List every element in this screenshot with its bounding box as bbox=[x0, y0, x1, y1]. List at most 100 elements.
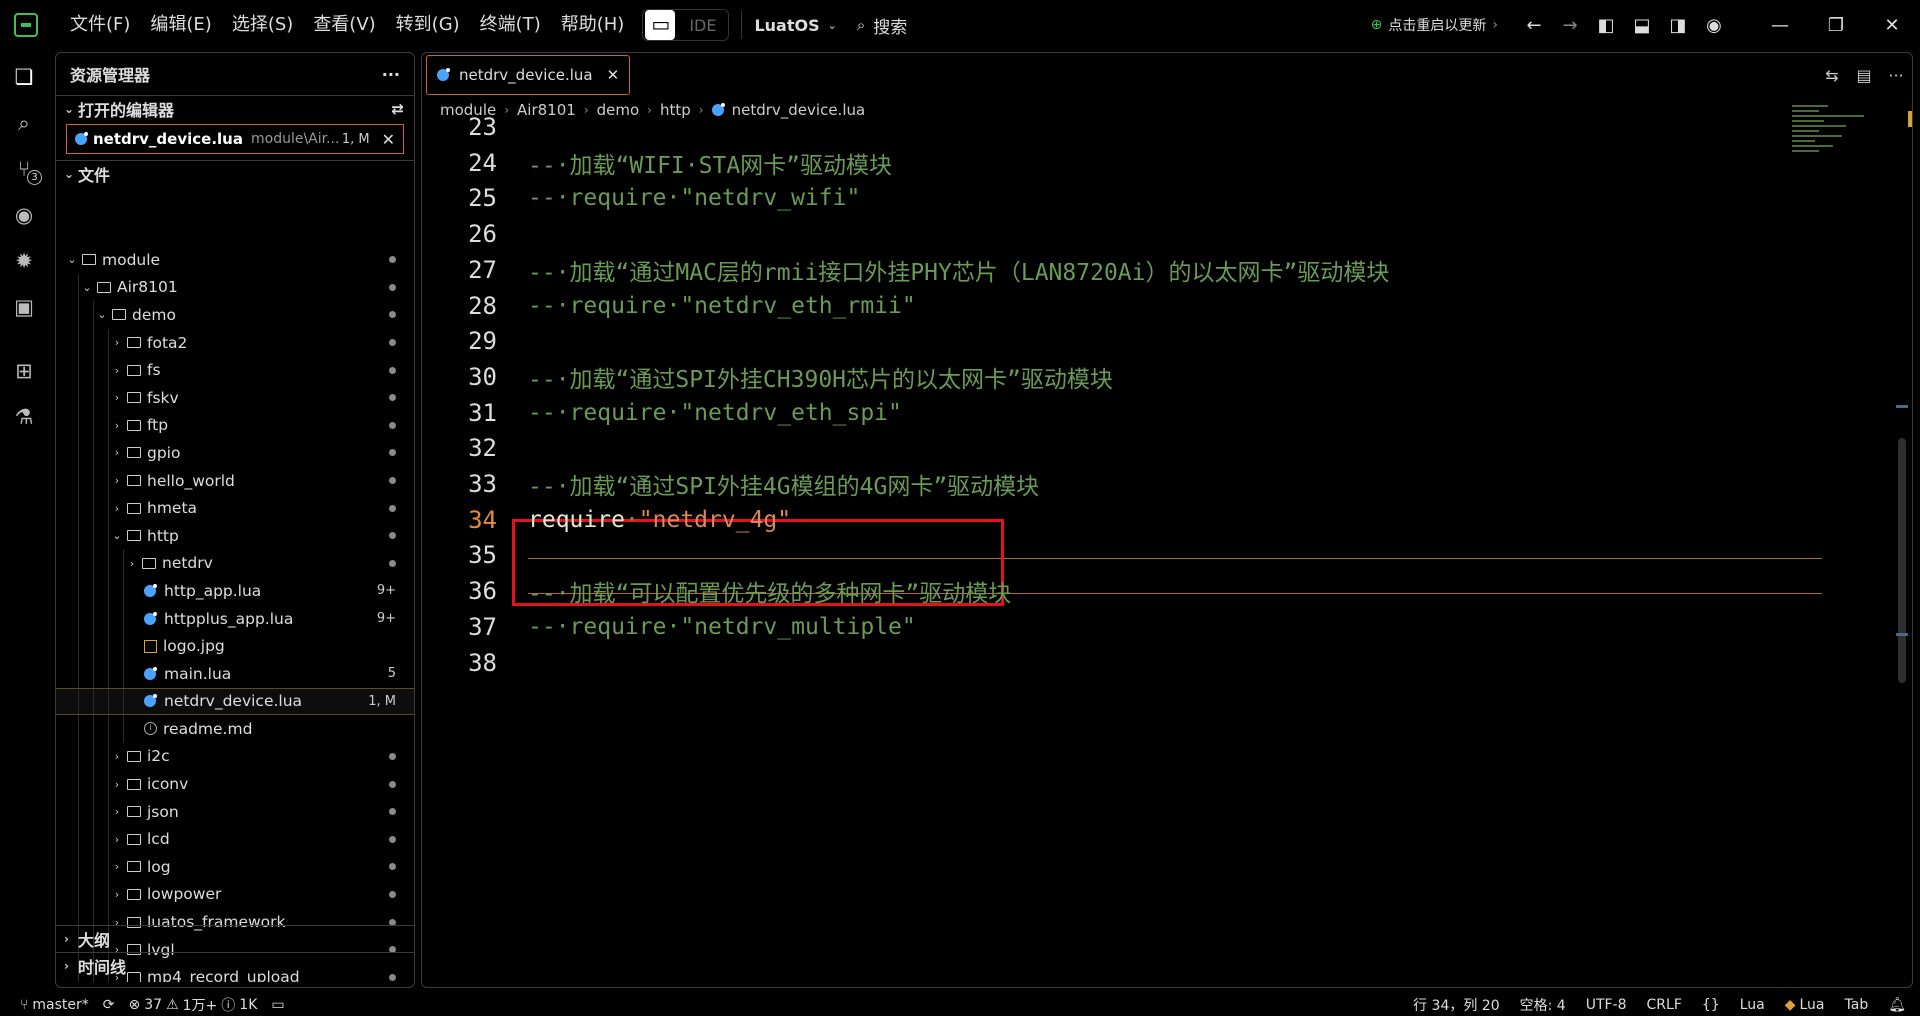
open-editors-section[interactable]: ⌄ 打开的编辑器 ⇄ bbox=[56, 95, 414, 122]
menu-file[interactable]: 文件(F) bbox=[60, 10, 140, 40]
tree-item[interactable]: › hmeta bbox=[56, 494, 414, 522]
open-editor-item[interactable]: netdrv_device.lua module\Air... 1, M ✕ bbox=[66, 124, 404, 154]
outline-section[interactable]: › 大纲 bbox=[56, 925, 414, 952]
tree-item[interactable]: main.lua 5 bbox=[56, 659, 414, 688]
tree-item[interactable]: ⌄ Air8101 bbox=[56, 273, 414, 302]
remote-explorer-icon[interactable]: ▣ bbox=[0, 284, 48, 330]
code-text: --·require·"netdrv_eth_spi" bbox=[528, 399, 902, 426]
toggle-panel-icon[interactable]: ⬓ bbox=[1624, 15, 1660, 36]
tree-item-label: fskv bbox=[147, 388, 179, 407]
tree-item[interactable]: › json bbox=[56, 797, 414, 826]
scrollbar-marker bbox=[1896, 633, 1908, 636]
debug-icon[interactable]: ✹ bbox=[0, 238, 48, 284]
indent-guide bbox=[78, 742, 79, 771]
menu-view[interactable]: 查看(V) bbox=[303, 10, 385, 40]
explorer-icon[interactable]: ❏ bbox=[0, 54, 48, 100]
indent-guide bbox=[78, 577, 79, 605]
encoding[interactable]: UTF-8 bbox=[1586, 997, 1627, 1013]
timeline-section[interactable]: › 时间线 bbox=[56, 952, 414, 979]
language-mode[interactable]: Lua bbox=[1740, 997, 1765, 1013]
tree-item[interactable]: › iconv bbox=[56, 770, 414, 798]
account-icon[interactable]: ◉ bbox=[1696, 15, 1732, 36]
close-icon[interactable]: ✕ bbox=[607, 66, 620, 84]
chat-icon[interactable] bbox=[645, 10, 676, 40]
menu-go[interactable]: 转到(G) bbox=[386, 10, 470, 40]
toggle-sidebar-icon[interactable]: ◧ bbox=[1588, 15, 1624, 36]
eye-icon[interactable]: ◉ bbox=[0, 192, 48, 238]
tree-item[interactable]: › ftp bbox=[56, 411, 414, 440]
forward-arrow-icon[interactable]: → bbox=[1552, 15, 1588, 36]
tree-item[interactable]: › lcd bbox=[56, 825, 414, 854]
tree-item[interactable]: ⌄ module bbox=[56, 246, 414, 274]
code-line: 33 --·加载“通过SPI外挂4G模组的4G网卡”驱动模块 bbox=[422, 466, 1802, 502]
ide-label[interactable]: IDE bbox=[677, 16, 728, 35]
split-editor-icon[interactable]: ▤ bbox=[1848, 66, 1880, 85]
ports-icon[interactable]: ▭ bbox=[271, 997, 284, 1013]
toggle-secondary-sidebar-icon[interactable]: ◨ bbox=[1660, 15, 1696, 36]
back-arrow-icon[interactable]: ← bbox=[1516, 15, 1552, 36]
code-line: 36 --·加载“可以配置优先级的多种网卡”驱动模块 bbox=[422, 573, 1802, 609]
minimap[interactable] bbox=[1792, 105, 1882, 225]
menu-edit[interactable]: 编辑(E) bbox=[140, 10, 221, 40]
tree-item[interactable]: › netdrv bbox=[56, 549, 414, 578]
tree-item[interactable]: › gpio bbox=[56, 439, 414, 467]
vertical-scrollbar[interactable] bbox=[1898, 438, 1906, 683]
menu-selection[interactable]: 选择(S) bbox=[222, 10, 303, 40]
menu-terminal[interactable]: 终端(T) bbox=[470, 10, 551, 40]
compare-changes-icon[interactable]: ⇆ bbox=[1816, 66, 1848, 85]
modified-dot-icon bbox=[389, 808, 396, 816]
tree-item[interactable]: httpplus_app.lua 9+ bbox=[56, 604, 414, 633]
close-window-icon[interactable]: ✕ bbox=[1864, 15, 1920, 36]
tree-item[interactable]: › i2c bbox=[56, 742, 414, 771]
bell-icon[interactable]: 🔔︎ bbox=[1888, 997, 1906, 1013]
chevron-right-icon: › bbox=[114, 391, 120, 405]
indent-guide bbox=[78, 439, 79, 467]
tab-mode[interactable]: Tab bbox=[1845, 997, 1869, 1013]
open-editors-title: 打开的编辑器 bbox=[78, 101, 175, 120]
files-section[interactable]: ⌄ 文件 bbox=[56, 160, 414, 187]
tree-item[interactable]: ⌄ demo bbox=[56, 301, 414, 329]
tree-item[interactable]: ⌄ http bbox=[56, 521, 414, 550]
minimize-icon[interactable]: — bbox=[1752, 15, 1808, 36]
testing-flask-icon[interactable]: ⚗ bbox=[0, 394, 48, 440]
tree-item[interactable]: netdrv_device.lua 1, M bbox=[56, 687, 414, 716]
extensions-icon[interactable]: ⊞ bbox=[0, 348, 48, 394]
ide-toggle[interactable]: IDE bbox=[642, 9, 730, 41]
tree-item[interactable]: http_app.lua 9+ bbox=[56, 577, 414, 605]
menu-help[interactable]: 帮助(H) bbox=[551, 10, 635, 40]
search-view-icon[interactable]: ⌕ bbox=[0, 100, 48, 146]
folder-open-icon bbox=[97, 281, 111, 293]
cursor-position[interactable]: 行 34，列 20 bbox=[1413, 995, 1500, 1015]
more-actions-icon[interactable]: ··· bbox=[382, 65, 400, 84]
source-control-icon[interactable]: ⑂ 3 bbox=[0, 146, 48, 192]
tree-item[interactable]: › fs bbox=[56, 356, 414, 384]
line-ending[interactable]: CRLF bbox=[1647, 997, 1682, 1013]
tab-netdrv-device[interactable]: netdrv_device.lua ✕ bbox=[426, 55, 631, 95]
sidebar-header: 资源管理器 ··· bbox=[56, 53, 414, 95]
restart-update-button[interactable]: ⊕ 点击重启以更新 › bbox=[1371, 15, 1498, 35]
modified-dot-icon bbox=[389, 477, 396, 485]
project-switcher[interactable]: LuatOS ⌄ bbox=[754, 16, 836, 35]
code-area[interactable]: 23 24 --·加载“WIFI·STA网卡”驱动模块 25 --·require·"n… bbox=[422, 113, 1822, 985]
restore-icon[interactable]: ❐ bbox=[1808, 15, 1864, 36]
braces-icon[interactable]: {} bbox=[1702, 997, 1720, 1013]
tree-item[interactable]: › log bbox=[56, 853, 414, 881]
indentation[interactable]: 空格: 4 bbox=[1520, 995, 1566, 1015]
tree-item[interactable]: logo.jpg bbox=[56, 632, 414, 660]
lua-extension-status[interactable]: ◆ Lua bbox=[1785, 997, 1825, 1013]
chevron-down-icon: ⌄ bbox=[64, 167, 75, 181]
close-icon[interactable]: ✕ bbox=[382, 130, 395, 149]
problems-status[interactable]: ⊗ 37 ⚠ 1万+ ⓘ 1K bbox=[129, 995, 258, 1015]
toggle-layout-icon[interactable]: ⇄ bbox=[391, 100, 404, 118]
tree-item[interactable]: › fota2 bbox=[56, 328, 414, 357]
tree-item[interactable]: i readme.md bbox=[56, 715, 414, 743]
tree-item[interactable]: › fskv bbox=[56, 383, 414, 412]
tree-item[interactable]: › hello_world bbox=[56, 466, 414, 495]
tree-item[interactable]: › lowpower bbox=[56, 880, 414, 909]
command-search[interactable]: ⌕ 搜索 bbox=[857, 13, 907, 38]
folder-icon bbox=[127, 750, 141, 762]
indent-guide bbox=[78, 797, 79, 826]
more-actions-icon[interactable]: ··· bbox=[1880, 66, 1912, 85]
sync-icon[interactable]: ⟳ bbox=[103, 997, 115, 1013]
branch-status[interactable]: ⑂ master* bbox=[20, 997, 89, 1013]
